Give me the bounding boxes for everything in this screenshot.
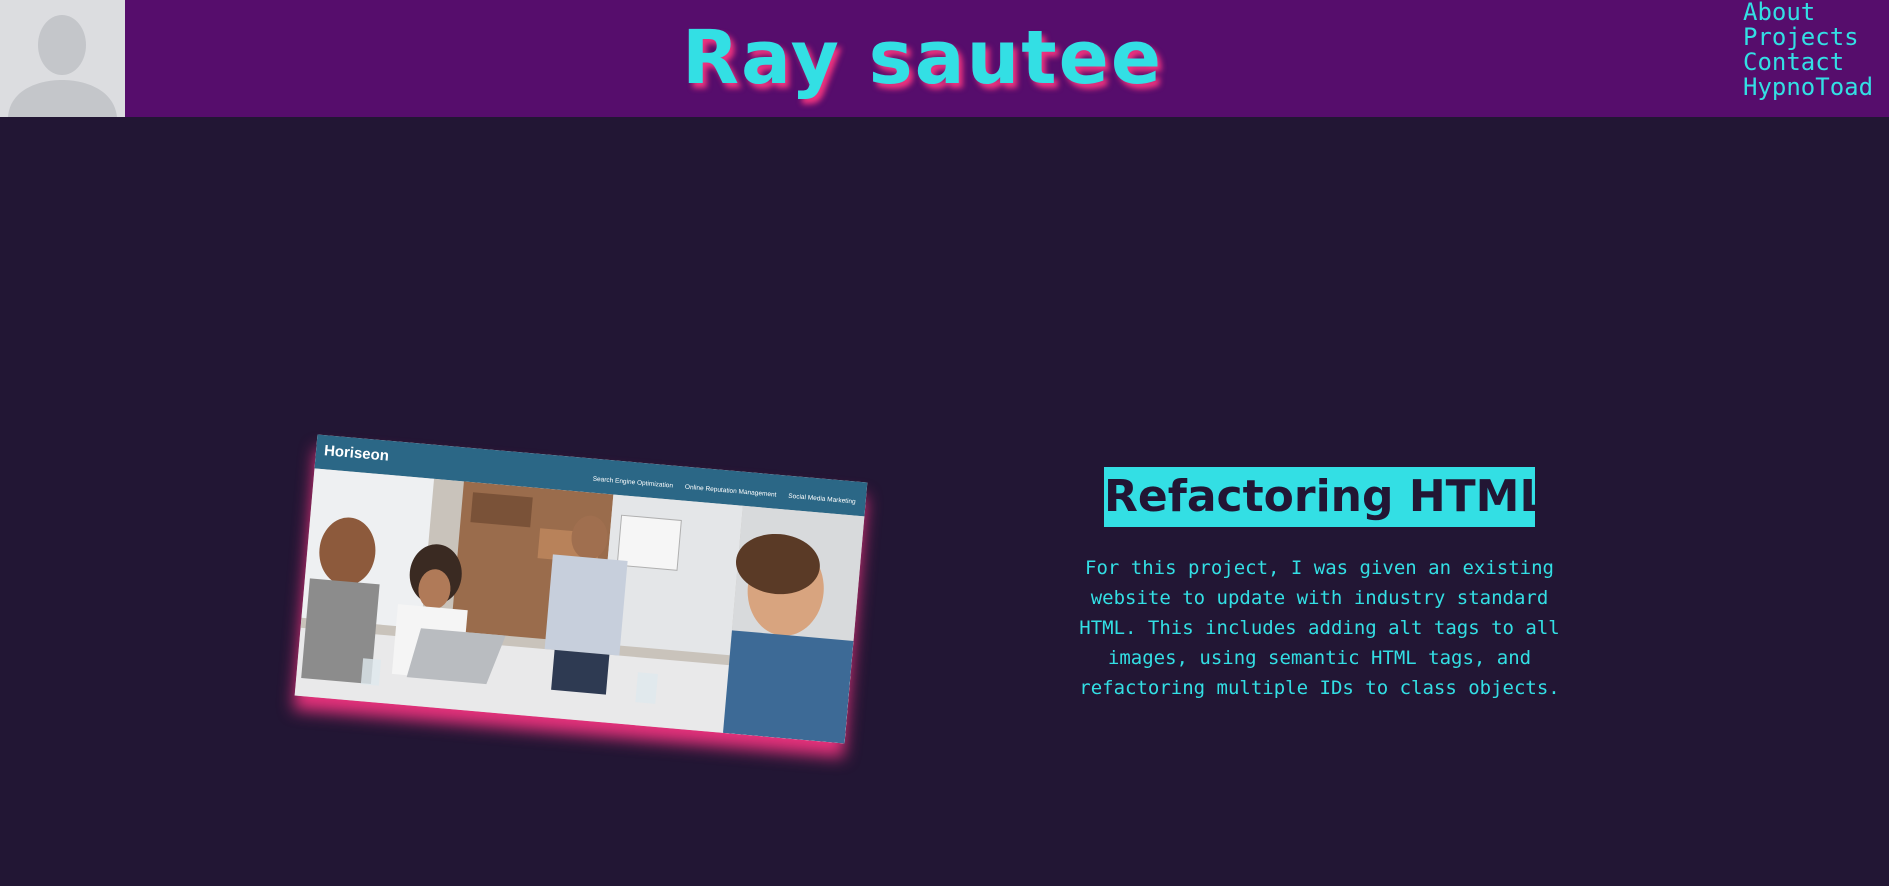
nav-contact-link[interactable]: Contact (1743, 50, 1889, 75)
nav-about-link[interactable]: About (1743, 0, 1889, 25)
screenshot-nav-item: Search Engine Optimization (592, 475, 674, 490)
project-screenshot[interactable]: Horiseon Search Engine Optimization Onli… (294, 434, 868, 744)
nav-projects-link[interactable]: Projects (1743, 25, 1889, 50)
project-title: Refactoring HTML (1104, 467, 1547, 527)
project-description: For this project, I was given an existin… (1079, 557, 1560, 699)
screenshot-nav-item: Social Media Marketing (788, 492, 856, 506)
site-title: Ray sautee (681, 15, 1164, 101)
screenshot-brand: Horiseon (323, 442, 390, 465)
site-header: Ray sautee About Projects Contact HypnoT… (0, 0, 1889, 117)
main-nav: About Projects Contact HypnoToad (1743, 0, 1889, 100)
screenshot-nav-item: Online Reputation Management (684, 483, 777, 499)
team-meeting-photo (294, 468, 865, 744)
nav-hypnotoad-link[interactable]: HypnoToad (1743, 75, 1889, 100)
